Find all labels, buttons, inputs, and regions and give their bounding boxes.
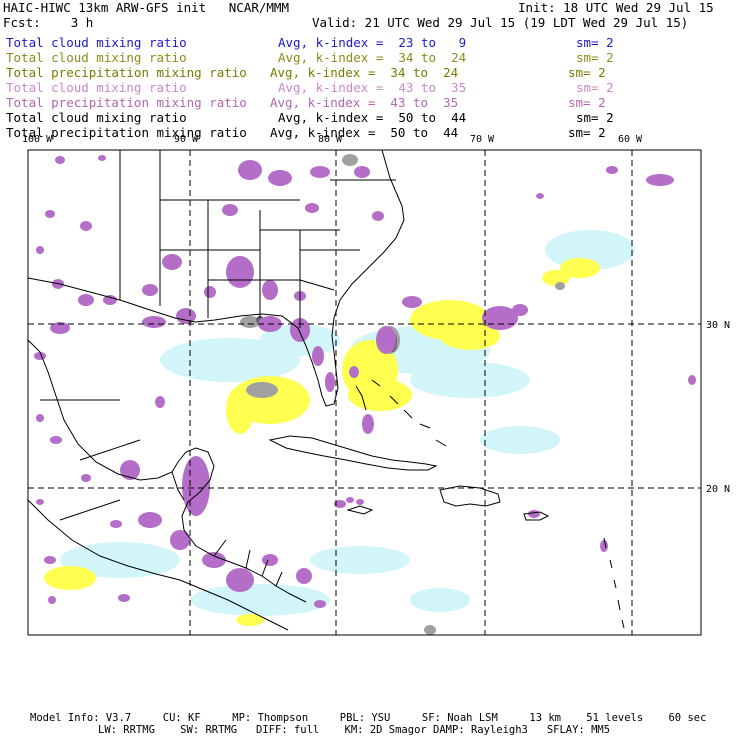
convective-cell-purple <box>296 568 312 584</box>
convective-cell-purple <box>44 556 56 564</box>
cloud-field-light-blue <box>410 362 530 398</box>
convective-cell-purple <box>268 170 292 186</box>
precip-field-yellow <box>44 566 96 590</box>
convective-cell-purple <box>36 246 44 254</box>
convective-cell-purple <box>310 166 330 178</box>
convective-cell-purple <box>118 594 130 602</box>
lon-label: 70 W <box>470 134 495 145</box>
convective-cell-purple <box>80 221 92 231</box>
weather-map: 100 W 90 W 80 W 70 W 60 W 30 N 20 N <box>22 134 730 636</box>
convective-cell-purple <box>36 499 44 505</box>
cuba <box>268 435 438 471</box>
cloud-field-light-blue <box>410 588 470 612</box>
convective-cell-purple <box>314 600 326 608</box>
cloud-field-gray <box>555 282 565 290</box>
convective-cell-purple <box>36 414 44 422</box>
convective-cell-purple <box>142 284 158 296</box>
convective-cell-purple <box>226 256 254 288</box>
convective-cell-purple <box>78 294 94 306</box>
convective-cell-purple <box>238 160 262 180</box>
convective-cell-purple <box>55 156 65 164</box>
convective-cell-purple <box>204 286 216 298</box>
lon-label: 60 W <box>618 134 643 145</box>
jamaica <box>346 505 374 515</box>
lon-label: 100 W <box>22 134 53 145</box>
lon-label: 80 W <box>318 134 343 145</box>
convective-cell-purple <box>688 375 696 385</box>
cloud-field-gray <box>246 382 278 398</box>
convective-cell-purple <box>142 316 166 328</box>
convective-cell-purple <box>372 211 384 221</box>
lesser-antilles <box>603 537 625 629</box>
convective-cell-purple <box>325 372 335 392</box>
convective-cell-purple <box>170 530 190 550</box>
convective-cell-purple <box>98 155 106 161</box>
cloud-field-light-blue <box>480 426 560 454</box>
lat-label: 30 N <box>706 320 730 331</box>
model-info-line1: Model Info: V3.7 CU: KF MP: Thompson PBL… <box>30 712 707 724</box>
precip-field-yellow <box>348 379 412 411</box>
cloud-field-light-blue <box>190 584 330 616</box>
convective-cell-purple <box>110 520 122 528</box>
convective-cell-purple <box>162 254 182 270</box>
convective-cell-purple <box>312 346 324 366</box>
convective-cell-purple <box>354 166 370 178</box>
convective-cell-purple <box>402 296 422 308</box>
convective-cell-purple <box>262 554 278 566</box>
convective-cell-purple <box>349 366 359 378</box>
convective-cell-purple <box>512 304 528 316</box>
convective-cell-purple <box>646 174 674 186</box>
convective-cell-purple <box>48 596 56 604</box>
convective-cell-purple <box>226 568 254 592</box>
lat-label: 20 N <box>706 484 730 495</box>
lon-label: 90 W <box>174 134 199 145</box>
cloud-field-gray <box>424 625 436 635</box>
convective-cell-purple <box>81 474 91 482</box>
cloud-field-gray <box>342 154 358 166</box>
convective-cell-purple <box>356 499 364 505</box>
convective-cell-purple <box>305 203 319 213</box>
convective-cell-purple <box>376 326 396 354</box>
model-info-line2: LW: RRTMG SW: RRTMG DIFF: full KM: 2D Sm… <box>98 724 611 736</box>
convective-cell-purple <box>262 280 278 300</box>
cloud-field-light-blue <box>310 546 410 574</box>
convective-cell-purple <box>346 497 354 503</box>
convective-cell-purple <box>50 436 62 444</box>
convective-cell-purple <box>362 414 374 434</box>
convective-cell-purple <box>45 210 55 218</box>
convective-cell-purple <box>202 552 226 568</box>
mexico-borders <box>40 399 141 521</box>
convective-cell-purple <box>138 512 162 528</box>
convective-cell-purple <box>536 193 544 199</box>
convective-cell-purple <box>528 510 540 518</box>
convective-cell-purple <box>606 166 618 174</box>
convective-cell-purple <box>155 396 165 408</box>
hispaniola <box>439 485 501 507</box>
convective-cell-purple <box>600 540 608 552</box>
convective-cell-purple <box>222 204 238 216</box>
